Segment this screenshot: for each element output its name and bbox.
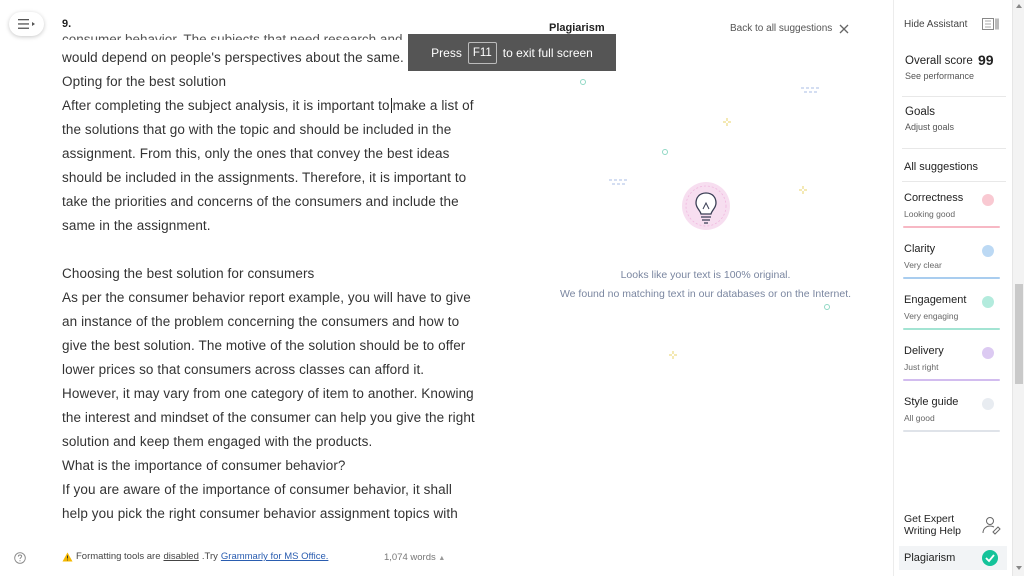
original-text-message: Looks like your text is 100% original. W… xyxy=(549,266,862,304)
category-name: Engagement xyxy=(904,294,967,306)
text-line: After completing the subject analysis, i… xyxy=(62,98,474,113)
check-icon xyxy=(982,550,998,566)
back-to-suggestions-link[interactable]: Back to all suggestions xyxy=(730,23,832,34)
text-line: assignment. From this, only the ones tha… xyxy=(62,146,450,161)
category-style-guide[interactable]: Style guide All good xyxy=(903,396,1001,440)
text-line: solution and keep them engaged with the … xyxy=(62,434,373,449)
category-name: Clarity xyxy=(904,243,936,255)
divider xyxy=(902,148,1006,149)
see-performance-link[interactable]: See performance xyxy=(905,71,974,81)
category-name: Delivery xyxy=(904,345,944,357)
fullscreen-banner: Press F11 to exit full screen xyxy=(408,34,616,71)
lightbulb-icon xyxy=(682,182,730,230)
divider xyxy=(902,96,1006,97)
text-line: As per the consumer behavior report exam… xyxy=(62,290,471,305)
text-line: Choosing the best solution for consumers xyxy=(62,266,315,281)
text-line: the interest and mindset of the consumer… xyxy=(62,410,475,425)
sparkle-decoration xyxy=(662,149,668,155)
text-line: help you pick the right consumer behavio… xyxy=(62,506,458,521)
banner-suffix: to exit full screen xyxy=(502,45,593,60)
text-cursor xyxy=(390,98,392,113)
text-line: an instance of the problem concerning th… xyxy=(62,314,460,329)
category-status: Very engaging xyxy=(904,311,959,321)
category-bar xyxy=(903,379,1000,381)
hamburger-icon xyxy=(17,19,35,29)
all-suggestions-tab[interactable]: All suggestions xyxy=(904,161,978,173)
category-engagement[interactable]: Engagement Very engaging xyxy=(903,294,1001,338)
category-name: Correctness xyxy=(904,192,964,204)
category-bar xyxy=(903,328,1000,330)
category-name: Style guide xyxy=(904,396,959,408)
word-count-text: 1,074 words xyxy=(384,552,436,563)
panel-toggle-icon[interactable] xyxy=(982,18,1000,30)
text-line: However, it may vary from one category o… xyxy=(62,386,474,401)
word-count[interactable]: 1,074 words ▲ xyxy=(384,552,445,563)
formatting-warning: Formatting tools are disabled .Try Grammarl… xyxy=(62,551,328,562)
category-status: All good xyxy=(904,413,935,423)
goals-label[interactable]: Goals xyxy=(905,106,935,118)
warning-icon xyxy=(62,552,73,561)
message-line-2: We found no matching text in our databas… xyxy=(559,288,852,300)
correctness-check-icon xyxy=(982,194,994,206)
plagiarism-label: Plagiarism xyxy=(904,552,956,564)
grammarly-office-link[interactable]: Grammarly for MS Office. xyxy=(221,551,329,562)
scroll-down-arrow[interactable] xyxy=(1016,566,1022,570)
sparkle-decoration xyxy=(723,118,731,126)
delivery-check-icon xyxy=(982,347,994,359)
category-bar xyxy=(903,430,1000,432)
panel-title: Plagiarism xyxy=(549,22,605,34)
dash-decoration xyxy=(801,87,820,93)
vertical-scrollbar[interactable] xyxy=(1012,0,1024,576)
get-expert-help-button[interactable]: Get Expert Writing Help xyxy=(904,513,961,537)
plagiarism-tab[interactable]: Plagiarism xyxy=(899,546,1007,570)
category-bar xyxy=(903,277,1000,279)
dash-decoration xyxy=(609,179,628,185)
assistant-sidebar: Hide Assistant Overall score 99 See perf… xyxy=(893,0,1009,576)
text-line: If you are aware of the importance of co… xyxy=(62,482,452,497)
text-line: give the best solution. The motive of th… xyxy=(62,338,466,353)
scroll-up-arrow[interactable] xyxy=(1016,4,1022,8)
divider xyxy=(902,181,1006,182)
category-bar xyxy=(903,226,1000,228)
text-line: Opting for the best solution xyxy=(62,74,227,89)
category-delivery[interactable]: Delivery Just right xyxy=(903,345,1001,389)
scroll-thumb[interactable] xyxy=(1015,284,1023,384)
adjust-goals-link[interactable]: Adjust goals xyxy=(905,122,954,132)
warning-disabled: disabled xyxy=(163,551,199,562)
text-line: should be included in the assignments. T… xyxy=(62,170,467,185)
category-status: Looking good xyxy=(904,209,956,219)
text-line: take the priorities and concerns of the … xyxy=(62,194,459,209)
close-icon[interactable] xyxy=(838,23,850,35)
menu-button[interactable] xyxy=(9,12,44,36)
text-line: What is the importance of consumer behav… xyxy=(62,458,346,473)
expert-line-1: Get Expert xyxy=(904,513,955,525)
banner-press: Press xyxy=(431,45,462,60)
category-correctness[interactable]: Correctness Looking good xyxy=(903,192,1001,236)
warning-text: Formatting tools are xyxy=(76,551,161,562)
category-status: Just right xyxy=(904,362,939,372)
text-line: same in the assignment. xyxy=(62,218,211,233)
sparkle-decoration xyxy=(669,351,677,359)
caret-up-icon: ▲ xyxy=(438,555,446,562)
category-status: Very clear xyxy=(904,260,942,270)
engagement-check-icon xyxy=(982,296,994,308)
warning-try: .Try xyxy=(201,551,218,562)
text-line: lower prices so that consumers across cl… xyxy=(62,362,425,377)
hide-assistant-button[interactable]: Hide Assistant xyxy=(904,19,967,30)
overall-score-value: 99 xyxy=(978,52,994,68)
style-guide-check-icon xyxy=(982,398,994,410)
expert-line-2: Writing Help xyxy=(904,525,961,537)
clarity-check-icon xyxy=(982,245,994,257)
expert-person-icon xyxy=(982,517,1001,535)
text-line: the solutions that go with the topic and… xyxy=(62,122,452,137)
help-icon[interactable] xyxy=(14,552,26,564)
document-editor[interactable]: 9. consumer behavior. The subjects that … xyxy=(62,14,482,534)
f11-key: F11 xyxy=(467,41,497,64)
message-line-1: Looks like your text is 100% original. xyxy=(620,269,791,281)
sparkle-decoration xyxy=(580,79,586,85)
category-clarity[interactable]: Clarity Very clear xyxy=(903,243,1001,287)
sparkle-decoration xyxy=(799,186,807,194)
overall-score-label: Overall score xyxy=(905,55,973,67)
